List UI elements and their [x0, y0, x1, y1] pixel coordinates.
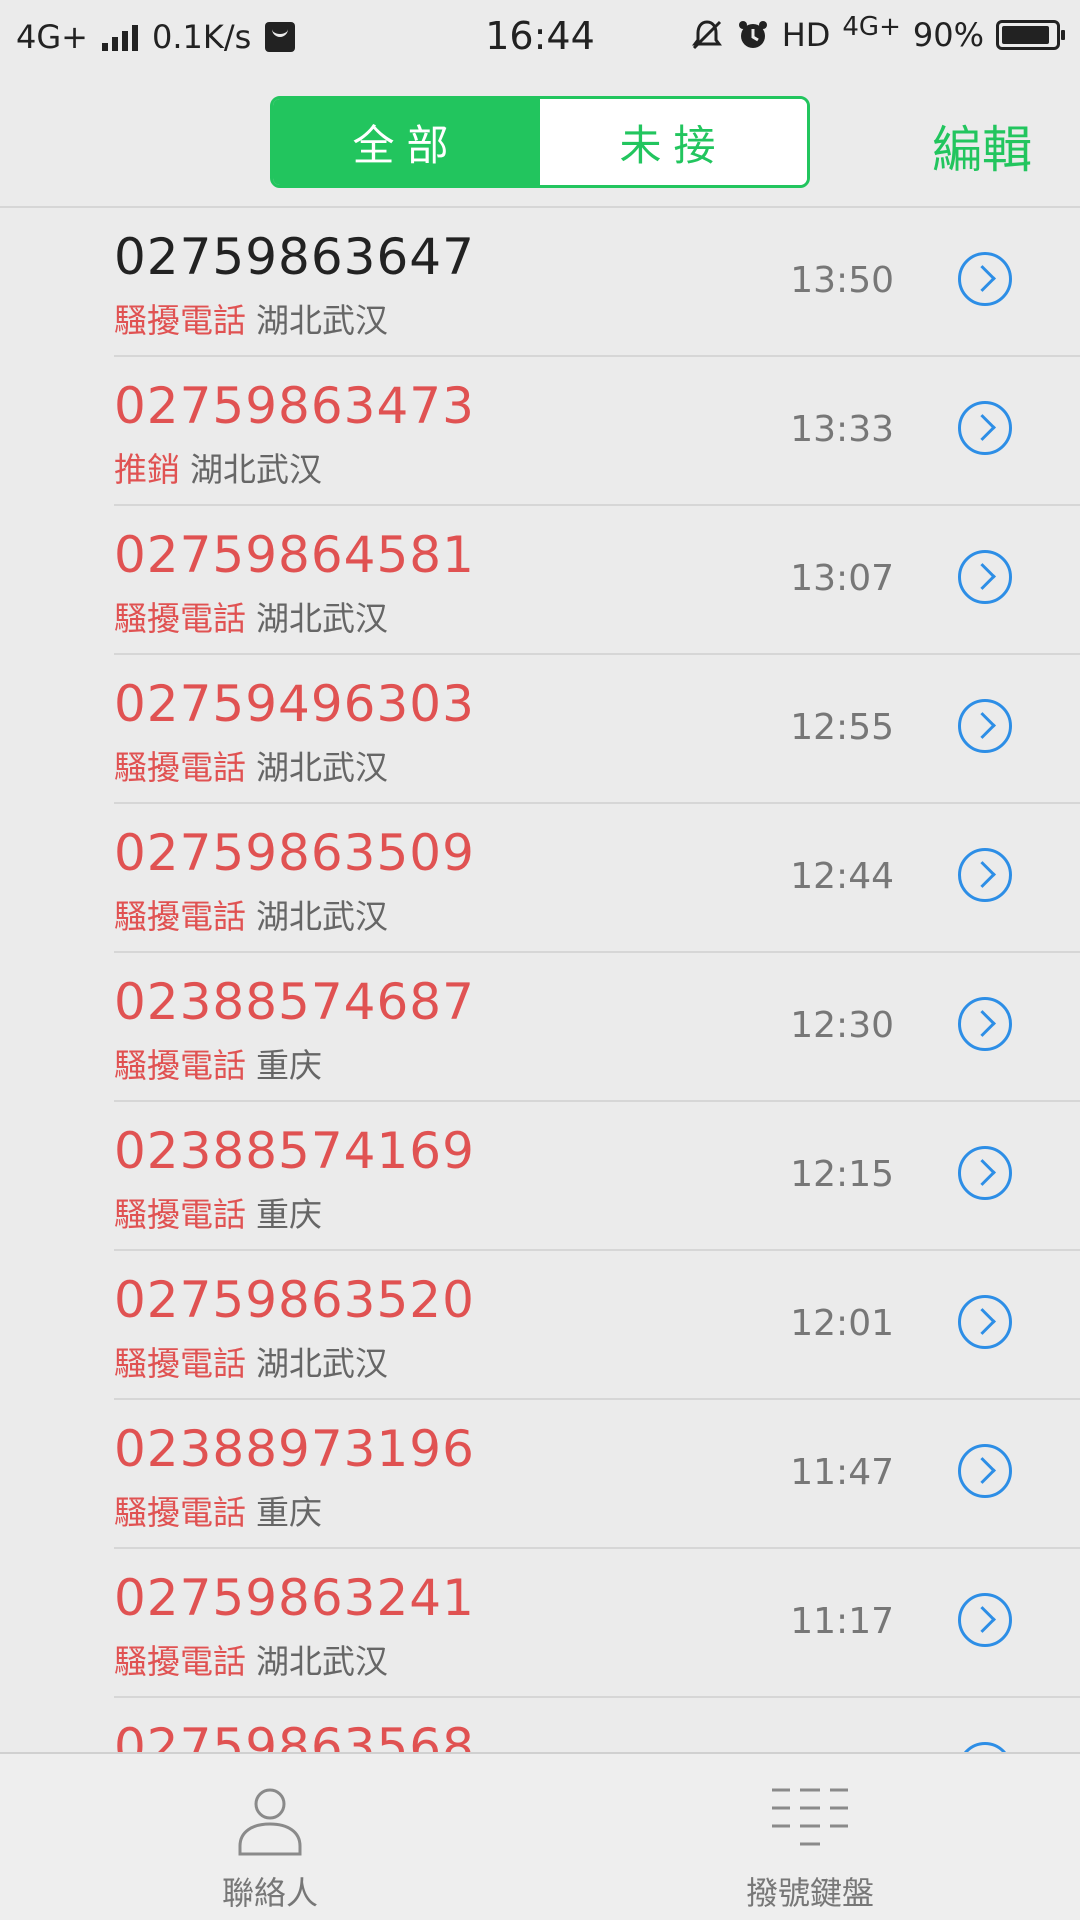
person-icon: [238, 1788, 302, 1856]
phone-number: 02759863520: [114, 1271, 475, 1329]
status-right: HD 4G+ 90%: [690, 12, 1065, 54]
call-location: 重庆: [256, 1195, 322, 1234]
call-meta: 騷擾電話 湖北武汉: [114, 294, 388, 342]
call-row[interactable]: 02759864581 騷擾電話 湖北武汉 13:07: [0, 506, 1080, 655]
call-meta: 騷擾電話 湖北武汉: [114, 741, 388, 789]
phone-number: 02388574687: [114, 973, 475, 1031]
call-detail-chevron-icon[interactable]: [958, 997, 1012, 1051]
call-detail-chevron-icon[interactable]: [958, 699, 1012, 753]
call-time: 11:17: [790, 1601, 894, 1642]
phone-number: 02759863473: [114, 377, 475, 435]
tab-all[interactable]: 全部: [273, 99, 540, 185]
phone-number: 02759864581: [114, 526, 475, 584]
call-time: 12:55: [790, 707, 894, 748]
call-location: 湖北武汉: [256, 897, 388, 936]
call-meta: 騷擾電話 湖北武汉: [114, 592, 388, 640]
call-meta: 騷擾電話 湖北武汉: [114, 890, 388, 938]
call-location: 湖北武汉: [256, 748, 388, 787]
call-tag: 騷擾電話: [114, 1642, 246, 1681]
call-meta: 騷擾電話 重庆: [114, 1188, 322, 1236]
call-detail-chevron-icon[interactable]: [958, 550, 1012, 604]
battery-percent: 90%: [912, 16, 984, 54]
call-time: 12:30: [790, 1005, 894, 1046]
call-location: 重庆: [256, 1493, 322, 1532]
call-meta: 騷擾電話 重庆: [114, 1486, 322, 1534]
nav-contacts-label: 聯絡人: [221, 1874, 318, 1912]
phone-number: 02388973196: [114, 1420, 475, 1478]
nav-keypad-label: 撥號鍵盤: [745, 1874, 874, 1912]
network-type-right: 4G+: [842, 12, 901, 42]
call-time: 12:44: [790, 856, 894, 897]
call-row[interactable]: 02759863509 騷擾電話 湖北武汉 12:44: [0, 804, 1080, 953]
call-row[interactable]: 02759863473 推銷 湖北武汉 13:33: [0, 357, 1080, 506]
call-detail-chevron-icon[interactable]: [958, 401, 1012, 455]
phone-number: 02759863509: [114, 824, 475, 882]
call-tag: 騷擾電話: [114, 1195, 246, 1234]
call-meta: 推銷 湖北武汉: [114, 443, 322, 491]
call-log-list[interactable]: 02759863647 騷擾電話 湖北武汉 13:50 02759863473 推…: [0, 208, 1080, 1752]
call-time: 12:01: [790, 1303, 894, 1344]
call-tag: 騷擾電話: [114, 1344, 246, 1383]
battery-icon: [996, 20, 1065, 50]
call-row[interactable]: 02759496303 騷擾電話 湖北武汉 12:55: [0, 655, 1080, 804]
phone-number: 02759863568: [114, 1718, 475, 1752]
phone-screen: 4G+ 0.1K/s 16:44 HD 4G+ 90% 全部 未接 編輯 027…: [0, 0, 1080, 1920]
mute-bell-icon: [691, 20, 722, 50]
call-location: 湖北武汉: [256, 599, 388, 638]
call-detail-chevron-icon[interactable]: [958, 1146, 1012, 1200]
call-tag: 騷擾電話: [114, 301, 246, 340]
filter-segmented-control: 全部 未接: [270, 96, 810, 188]
tab-missed[interactable]: 未接: [540, 99, 807, 185]
call-location: 湖北武汉: [256, 301, 388, 340]
call-location: 湖北武汉: [256, 1642, 388, 1681]
call-time: 13:50: [790, 260, 894, 301]
call-detail-chevron-icon[interactable]: [958, 1444, 1012, 1498]
call-time: 13:07: [790, 558, 894, 599]
call-row[interactable]: 02388574687 騷擾電話 重庆 12:30: [0, 953, 1080, 1102]
call-meta: 騷擾電話 湖北武汉: [114, 1635, 388, 1683]
call-row[interactable]: 02388574169 騷擾電話 重庆 12:15: [0, 1102, 1080, 1251]
call-row[interactable]: 02388973196 騷擾電話 重庆 11:47: [0, 1400, 1080, 1549]
nav-keypad[interactable]: 撥號鍵盤: [660, 1754, 960, 1920]
call-row[interactable]: 02759863241 騷擾電話 湖北武汉 11:17: [0, 1549, 1080, 1698]
call-tag: 騷擾電話: [114, 1493, 246, 1532]
call-row[interactable]: 02759863568: [0, 1698, 1080, 1752]
call-location: 湖北武汉: [256, 1344, 388, 1383]
call-tag: 騷擾電話: [114, 748, 246, 787]
edit-button[interactable]: 編輯: [932, 110, 1032, 182]
call-tag: 騷擾電話: [114, 1046, 246, 1085]
phone-number: 02759863241: [114, 1569, 475, 1627]
call-meta: 騷擾電話 重庆: [114, 1039, 322, 1087]
call-row[interactable]: 02759863647 騷擾電話 湖北武汉 13:50: [0, 208, 1080, 357]
call-row[interactable]: 02759863520 騷擾電話 湖北武汉 12:01: [0, 1251, 1080, 1400]
hd-indicator: HD: [781, 16, 831, 54]
alarm-icon: [738, 21, 767, 48]
call-detail-chevron-icon[interactable]: [958, 1593, 1012, 1647]
call-location: 重庆: [256, 1046, 322, 1085]
call-detail-chevron-icon[interactable]: [958, 1295, 1012, 1349]
call-detail-chevron-icon[interactable]: [958, 1742, 1012, 1752]
call-time: 11:47: [790, 1452, 894, 1493]
call-detail-chevron-icon[interactable]: [958, 848, 1012, 902]
phone-number: 02759863647: [114, 228, 475, 286]
bottom-navigation: 聯絡人 撥號鍵盤: [0, 1752, 1080, 1920]
call-time: 13:33: [790, 409, 894, 450]
call-log-header: 全部 未接 編輯: [0, 80, 1080, 208]
call-location: 湖北武汉: [190, 450, 322, 489]
call-meta: 騷擾電話 湖北武汉: [114, 1337, 388, 1385]
call-tag: 騷擾電話: [114, 897, 246, 936]
nav-contacts[interactable]: 聯絡人: [120, 1754, 420, 1920]
call-tag: 騷擾電話: [114, 599, 246, 638]
call-detail-chevron-icon[interactable]: [958, 252, 1012, 306]
status-bar: 4G+ 0.1K/s 16:44 HD 4G+ 90%: [0, 0, 1080, 80]
phone-number: 02759496303: [114, 675, 475, 733]
phone-number: 02388574169: [114, 1122, 475, 1180]
dialpad-icon: [772, 1788, 848, 1846]
call-tag: 推銷: [114, 450, 180, 489]
call-time: 12:15: [790, 1154, 894, 1195]
